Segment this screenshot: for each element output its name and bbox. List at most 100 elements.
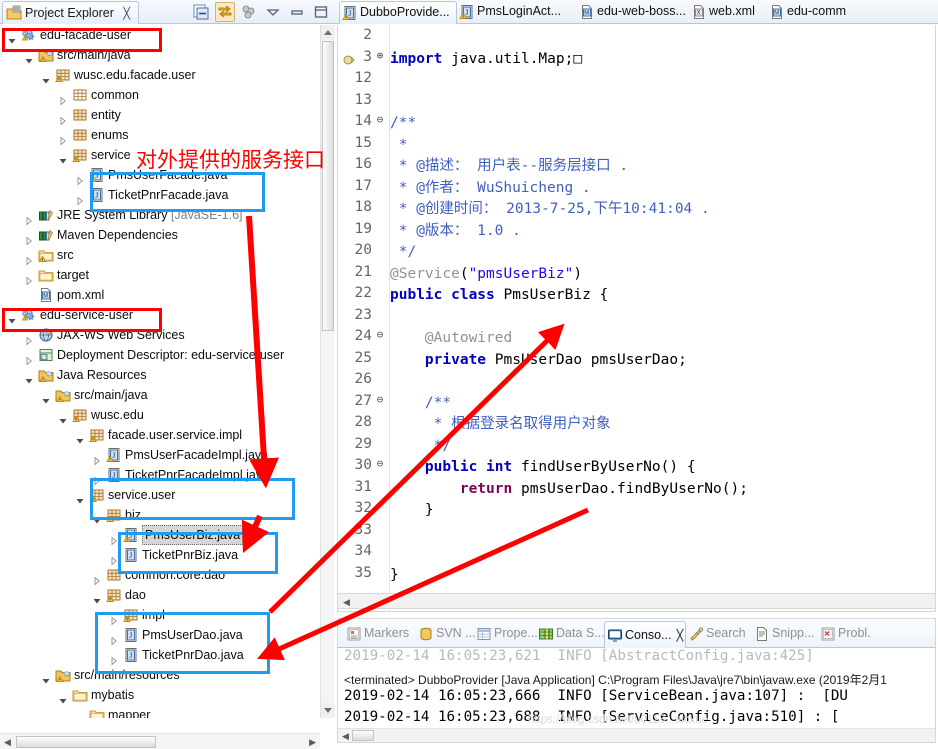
- console-tab-svn[interactable]: SVN ...: [416, 622, 476, 647]
- tree-item-wusc-edu[interactable]: wusc.edu: [0, 405, 320, 425]
- code-line[interactable]: * @版本： 1.0 .: [390, 221, 521, 243]
- twisty-expanded-icon[interactable]: [93, 591, 101, 604]
- tree-item-pmsuserbiz-java[interactable]: J PmsUserBiz.java: [0, 525, 320, 546]
- console-tab-search[interactable]: Search: [686, 622, 752, 647]
- code-line[interactable]: * @描述： 用户表--服务层接口 .: [390, 156, 628, 178]
- twisty-expanded-icon[interactable]: [76, 711, 84, 718]
- code-line[interactable]: @Autowired: [390, 328, 512, 350]
- code-line[interactable]: import java.util.Map;□: [390, 49, 582, 71]
- code-line[interactable]: return pmsUserDao.findByUserNo();: [390, 479, 748, 501]
- code-lines[interactable]: 2 3 ⊕ import java.util.Map;□ 12 13 14 ⊖/** 15 * 1…: [338, 25, 935, 611]
- twisty-expanded-icon[interactable]: [59, 151, 67, 164]
- tree-item-service-user[interactable]: service.user: [0, 485, 320, 505]
- scroll-right-arrow[interactable]: ▶: [309, 737, 316, 748]
- console-tab-probl[interactable]: Probl.: [818, 622, 876, 647]
- code-line[interactable]: /**: [390, 393, 451, 415]
- tree-item-service[interactable]: service: [0, 145, 320, 165]
- scroll-up-arrow[interactable]: [321, 25, 335, 40]
- console-tab-datas[interactable]: Data S...: [536, 622, 605, 647]
- code-line[interactable]: */: [390, 436, 451, 458]
- code-line[interactable]: * 根据登录名取得用户对象: [390, 414, 611, 436]
- twisty-expanded-icon[interactable]: [8, 311, 16, 324]
- tree-item-pmsuserdao-java[interactable]: J PmsUserDao.java: [0, 625, 320, 646]
- editor-tab-dubboprovide[interactable]: J DubboProvide...: [339, 1, 457, 24]
- twisty-collapsed-icon[interactable]: [25, 251, 33, 266]
- twisty-collapsed-icon[interactable]: [110, 651, 118, 666]
- fold-toggle-icon[interactable]: ⊕: [374, 49, 386, 62]
- code-line[interactable]: }: [390, 565, 399, 587]
- twisty-collapsed-icon[interactable]: [110, 631, 118, 646]
- filters-icon[interactable]: [239, 2, 259, 22]
- close-icon[interactable]: ╳: [677, 630, 684, 642]
- tree-item-mybatis[interactable]: mybatis: [0, 685, 320, 705]
- twisty-expanded-icon[interactable]: [25, 371, 33, 384]
- tree-item-pmsuserfacadeimpl-java[interactable]: J PmsUserFacadeImpl.java: [0, 445, 320, 466]
- scroll-down-arrow[interactable]: [321, 703, 335, 718]
- code-line[interactable]: public class PmsUserBiz {: [390, 285, 608, 307]
- tree-item-target[interactable]: target: [0, 265, 320, 286]
- tree-item-wusc-edu-facade-user[interactable]: wusc.edu.facade.user: [0, 65, 320, 85]
- tree-item-src-main-java[interactable]: src/main/java: [0, 385, 320, 405]
- twisty-expanded-icon[interactable]: [76, 431, 84, 444]
- tree-item-entity[interactable]: entity: [0, 105, 320, 126]
- editor-scroll-left-arrow[interactable]: ◀: [343, 597, 350, 608]
- twisty-collapsed-icon[interactable]: [59, 111, 67, 126]
- quick-fix-marker-icon[interactable]: [342, 53, 356, 70]
- twisty-collapsed-icon[interactable]: [59, 131, 67, 146]
- twisty-collapsed-icon[interactable]: [93, 471, 101, 486]
- twisty-collapsed-icon[interactable]: [93, 571, 101, 586]
- tree-item-enums[interactable]: enums: [0, 125, 320, 146]
- console-tab-prope[interactable]: Prope...: [474, 622, 538, 647]
- maximize-icon[interactable]: [311, 2, 331, 22]
- tree-item-facade-user-service-impl[interactable]: facade.user.service.impl: [0, 425, 320, 445]
- java-source-editor[interactable]: 2 3 ⊕ import java.util.Map;□ 12 13 14 ⊖/** 15 * 1…: [337, 25, 936, 612]
- twisty-collapsed-icon[interactable]: [110, 531, 118, 546]
- tree-item-maven-dependencies[interactable]: Maven Dependencies: [0, 225, 320, 246]
- twisty-collapsed-icon[interactable]: [25, 351, 33, 366]
- twisty-collapsed-icon[interactable]: [76, 171, 84, 186]
- twisty-expanded-icon[interactable]: [76, 491, 84, 504]
- code-line[interactable]: */: [390, 242, 416, 264]
- code-line[interactable]: /**: [390, 113, 416, 135]
- code-line[interactable]: }: [390, 500, 434, 522]
- editor-tab-webxml[interactable]: Xweb.xml: [689, 1, 767, 24]
- fold-toggle-icon[interactable]: ⊖: [374, 328, 386, 341]
- twisty-expanded-icon[interactable]: [93, 511, 101, 524]
- tree-item-impl[interactable]: impl: [0, 605, 320, 626]
- twisty-collapsed-icon[interactable]: [25, 211, 33, 226]
- tree-item-src-main-resources[interactable]: src/main/resources: [0, 665, 320, 685]
- tree-item-ticketpnrbiz-java[interactable]: J TicketPnrBiz.java: [0, 545, 320, 566]
- twisty-expanded-icon[interactable]: [8, 31, 16, 44]
- twisty-expanded-icon[interactable]: [59, 411, 67, 424]
- console-tab-conso[interactable]: Conso... ╳: [604, 621, 686, 649]
- console-scroll-left-arrow[interactable]: ◀: [342, 731, 349, 742]
- tree-item-edu-service-user[interactable]: Medu-service-user: [0, 305, 320, 325]
- view-menu-icon[interactable]: [263, 2, 283, 22]
- editor-tab-educomm[interactable]: Medu-comm: [767, 1, 862, 24]
- twisty-collapsed-icon[interactable]: [93, 451, 101, 466]
- twisty-expanded-icon[interactable]: [42, 391, 50, 404]
- tab-project-explorer[interactable]: Project Explorer ╳: [2, 1, 140, 24]
- twisty-collapsed-icon[interactable]: [25, 231, 33, 246]
- tree-item-java-resources[interactable]: Java Resources: [0, 365, 320, 385]
- code-line[interactable]: * @创建时间： 2013-7-25,下午10:41:04 .: [390, 199, 710, 221]
- close-icon[interactable]: ╳: [123, 8, 130, 20]
- twisty-collapsed-icon[interactable]: [110, 611, 118, 626]
- editor-horizontal-scrollbar[interactable]: ◀: [337, 593, 936, 609]
- tree-item-mapper[interactable]: mapper: [0, 705, 320, 718]
- twisty-collapsed-icon[interactable]: [59, 91, 67, 106]
- twisty-expanded-icon[interactable]: [25, 51, 33, 64]
- code-line[interactable]: @Service("pmsUserBiz"): [390, 264, 582, 286]
- twisty-collapsed-icon[interactable]: [110, 551, 118, 566]
- tree-item-deployment-descriptor-edu-service-user[interactable]: 2.5 Deployment Descriptor: edu-service-us…: [0, 345, 320, 366]
- tree-item-common[interactable]: common: [0, 85, 320, 106]
- project-tree[interactable]: Medu-facade-user src/main/java wusc.edu.fa…: [0, 25, 320, 718]
- tree-item-src-main-java[interactable]: src/main/java: [0, 45, 320, 65]
- console-horizontal-scrollbar[interactable]: ◀: [338, 728, 935, 742]
- explorer-vertical-scrollbar[interactable]: [320, 25, 335, 718]
- twisty-expanded-icon[interactable]: [42, 671, 50, 684]
- fold-toggle-icon[interactable]: ⊖: [374, 457, 386, 470]
- explorer-horizontal-scrollbar[interactable]: ◀ ▶: [0, 733, 320, 749]
- code-line[interactable]: *: [390, 135, 408, 157]
- tree-item-ticketpnrfacade-java[interactable]: J TicketPnrFacade.java: [0, 185, 320, 206]
